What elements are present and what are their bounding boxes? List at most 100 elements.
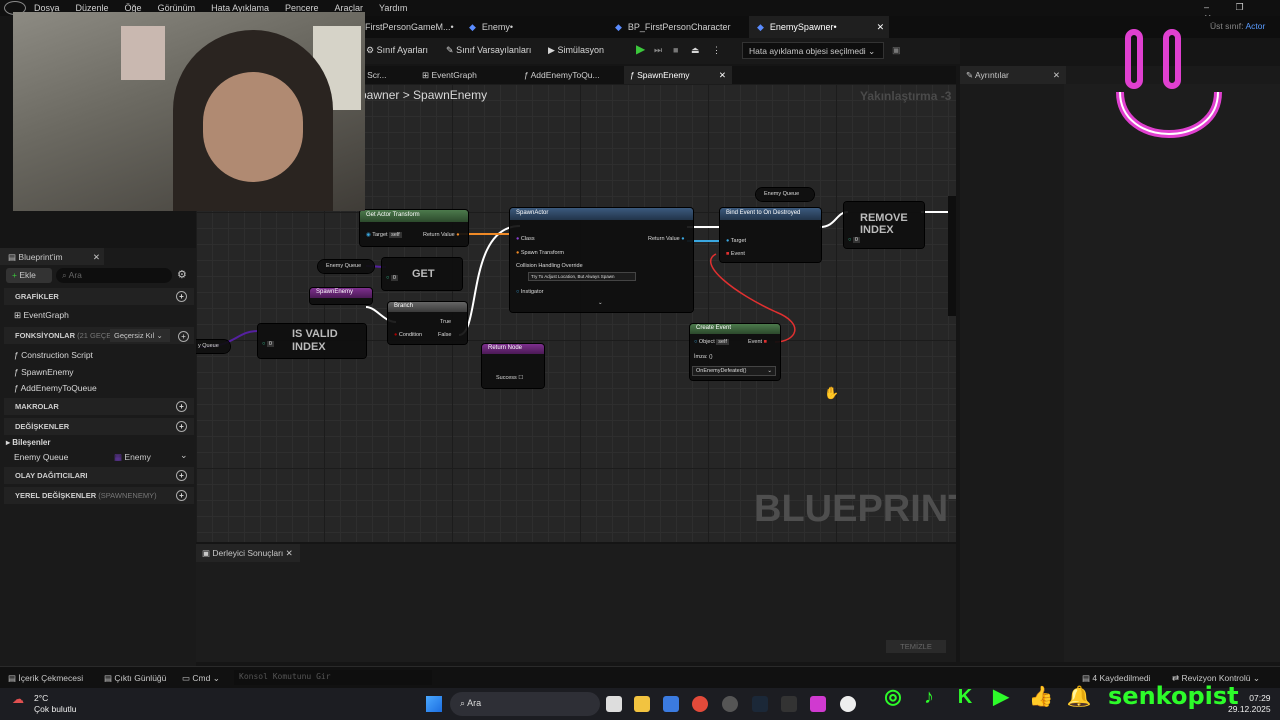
class-pin[interactable]: ● Class bbox=[516, 236, 535, 242]
target-pin[interactable]: ◉ Target self bbox=[366, 232, 402, 238]
eject-icon[interactable]: ⏏ bbox=[691, 45, 700, 56]
variable-type[interactable]: ▦ Enemy bbox=[114, 452, 151, 463]
graph-tab-spawnenemy[interactable]: ƒ SpawnEnemy ✕ bbox=[624, 66, 732, 84]
node-enemy-queue-getter[interactable]: y Queue bbox=[196, 340, 230, 353]
function-dropdown[interactable]: OnEnemyDefeated() ⌄ bbox=[692, 366, 776, 376]
node-spawn-actor[interactable]: SpawnActor ● Class ● Spawn Transform Col… bbox=[510, 208, 693, 312]
file-explorer-icon[interactable] bbox=[634, 696, 650, 712]
components-header[interactable]: ▸ Bileşenler bbox=[6, 438, 51, 447]
condition-pin[interactable]: ● Condition bbox=[394, 332, 422, 338]
return-value-pin[interactable]: Return Value ● bbox=[648, 236, 685, 242]
add-button[interactable]: + Ekle bbox=[6, 268, 52, 283]
node-title: SpawnEnemy bbox=[310, 288, 372, 298]
add-function-icon[interactable]: + bbox=[178, 331, 189, 342]
close-icon[interactable]: ✕ bbox=[93, 252, 100, 263]
cmd-dropdown[interactable]: ▭ Cmd ⌄ bbox=[182, 673, 220, 684]
chrome-icon[interactable] bbox=[692, 696, 708, 712]
graph-tab-eventgraph[interactable]: ⊞ EventGraph bbox=[422, 70, 477, 81]
search-input[interactable]: ⌕ Ara bbox=[56, 268, 172, 283]
close-icon[interactable]: ✕ bbox=[286, 548, 293, 558]
steam-icon[interactable] bbox=[752, 696, 768, 712]
node-is-valid-index[interactable]: IS VALID INDEX ○ 0 bbox=[258, 324, 366, 358]
node-array-get[interactable]: GET ○ 0 bbox=[382, 258, 462, 290]
section-dispatchers[interactable]: OLAY DAĞITICILARI + bbox=[4, 467, 194, 484]
variable-enemy-queue[interactable]: Enemy Queue bbox=[14, 452, 68, 462]
app-icon[interactable] bbox=[722, 696, 738, 712]
close-icon[interactable]: ✕ bbox=[1053, 70, 1060, 81]
class-settings-button[interactable]: ⚙ Sınıf Ayarları bbox=[366, 45, 428, 56]
instigator-pin[interactable]: ○ Instigator bbox=[516, 289, 543, 295]
index-pin[interactable]: ○ 0 bbox=[848, 237, 860, 243]
event-pin[interactable]: Event ■ bbox=[748, 339, 767, 345]
node-create-event[interactable]: Create Event ○ Object self Event ■ İmza:… bbox=[690, 324, 780, 380]
stop-icon[interactable]: ■ bbox=[673, 45, 678, 55]
false-pin[interactable]: False bbox=[438, 332, 451, 338]
success-pin[interactable]: Success ☐ bbox=[496, 375, 523, 381]
weather-widget[interactable]: 2°C Çok bulutlu bbox=[34, 693, 77, 715]
node-remove-index[interactable]: REMOVE INDEX ○ 0 bbox=[844, 202, 924, 248]
graph-tab-addenemytoqueue[interactable]: ƒ AddEnemyToQu... bbox=[524, 70, 600, 80]
task-view-icon[interactable] bbox=[606, 696, 622, 712]
console-input[interactable]: Konsol Komutunu Gir bbox=[234, 670, 432, 685]
debug-object-dropdown[interactable]: Hata ayıklama objesi seçilmedi ⌄ bbox=[742, 42, 884, 59]
function-item-construction[interactable]: ƒ Construction Script bbox=[14, 350, 93, 360]
index-pin[interactable]: ○ 0 bbox=[262, 341, 274, 347]
windows-start-icon[interactable] bbox=[426, 696, 442, 712]
section-variables[interactable]: DEĞİŞKENLER + bbox=[4, 418, 194, 435]
object-pin[interactable]: ○ Object self bbox=[694, 339, 729, 345]
tab-bp-firstpersoncharacter[interactable]: ◆ BP_FirstPersonCharacter bbox=[615, 16, 755, 38]
node-bind-event[interactable]: Bind Event to On Destroyed ● Target ■ Ev… bbox=[720, 208, 821, 262]
step-icon[interactable]: ⏭ bbox=[654, 45, 662, 56]
index-pin[interactable]: ○ 0 bbox=[386, 275, 398, 281]
chevron-down-icon[interactable]: ⌄ bbox=[180, 450, 188, 461]
epic-games-icon[interactable] bbox=[781, 696, 797, 712]
content-drawer-button[interactable]: ▤ İçerik Çekmecesi bbox=[8, 673, 83, 684]
gear-icon[interactable]: ⚙ bbox=[177, 268, 187, 281]
section-macros[interactable]: MAKROLAR + bbox=[4, 398, 194, 415]
add-macro-icon[interactable]: + bbox=[176, 401, 187, 412]
panel-tab[interactable]: ▤ Blueprint'im ✕ bbox=[0, 248, 104, 265]
node-get-actor-transform[interactable]: Get Actor Transform ◉ Target self Return… bbox=[360, 210, 468, 246]
add-dispatcher-icon[interactable]: + bbox=[176, 470, 187, 481]
chevron-down-icon[interactable]: ⌄ bbox=[598, 300, 603, 306]
collision-dropdown[interactable]: Try To Adjust Location, But Always Spawn bbox=[528, 272, 636, 281]
graph-item-eventgraph[interactable]: ⊞ EventGraph bbox=[14, 310, 69, 321]
section-graphs[interactable]: GRAFİKLER + bbox=[4, 288, 194, 305]
tab-enemy[interactable]: ◆ Enemy• bbox=[469, 16, 609, 38]
target-pin[interactable]: ● Target bbox=[726, 238, 746, 244]
simulation-button[interactable]: ▶ Simülasyon bbox=[548, 45, 604, 56]
event-pin[interactable]: ■ Event bbox=[726, 251, 745, 257]
class-defaults-button[interactable]: ✎ Sınıf Varsayılanları bbox=[446, 45, 531, 56]
play-icon[interactable]: ▶ bbox=[636, 42, 645, 56]
unreal-engine-icon[interactable] bbox=[840, 696, 856, 712]
close-icon[interactable]: ✕ bbox=[719, 70, 726, 81]
menu-help[interactable]: Yardım bbox=[379, 3, 407, 13]
close-icon[interactable]: ✕ bbox=[877, 22, 885, 33]
clear-button[interactable]: TEMİZLE bbox=[886, 640, 946, 653]
true-pin[interactable]: True bbox=[440, 319, 451, 325]
return-value-pin[interactable]: Return Value ● bbox=[423, 232, 460, 238]
node-return[interactable]: Return Node Success ☐ bbox=[482, 344, 544, 388]
more-options-icon[interactable]: ⋮ bbox=[712, 45, 721, 56]
add-local-variable-icon[interactable]: + bbox=[176, 490, 187, 501]
details-tab[interactable]: ✎ Ayrıntılar ✕ bbox=[960, 66, 1066, 84]
add-variable-icon[interactable]: + bbox=[176, 421, 187, 432]
tab-firstpersongamemode[interactable]: FirstPersonGameM...• bbox=[365, 16, 463, 38]
node-spawn-enemy-entry[interactable]: SpawnEnemy bbox=[310, 288, 372, 304]
output-log-button[interactable]: ▤ Çıktı Günlüğü bbox=[104, 673, 166, 684]
override-dropdown[interactable]: Geçersiz Kıl ⌄ bbox=[110, 329, 170, 342]
spawn-transform-pin[interactable]: ● Spawn Transform bbox=[516, 250, 564, 256]
add-graph-icon[interactable]: + bbox=[176, 291, 187, 302]
node-enemy-queue-getter[interactable]: Enemy Queue bbox=[756, 188, 814, 201]
app-icon[interactable] bbox=[810, 696, 826, 712]
taskbar-search[interactable]: ⌕ Ara bbox=[450, 692, 600, 716]
section-local-variables[interactable]: YEREL DEĞİŞKENLER (SPAWNENEMY) + bbox=[4, 487, 194, 504]
tab-enemyspawner[interactable]: ◆ EnemySpawner• ✕ bbox=[749, 16, 889, 38]
compiler-tab[interactable]: ▣ Derleyici Sonuçları ✕ bbox=[196, 544, 300, 562]
function-item-addenemytoqueue[interactable]: ƒ AddEnemyToQueue bbox=[14, 383, 97, 393]
node-branch[interactable]: Branch ● Condition True False bbox=[388, 302, 467, 344]
store-icon[interactable] bbox=[663, 696, 679, 712]
function-item-spawnenemy[interactable]: ƒ SpawnEnemy bbox=[14, 367, 74, 377]
node-enemy-queue-getter[interactable]: Enemy Queue bbox=[318, 260, 374, 273]
debug-filter-icon[interactable]: ▣ bbox=[892, 45, 901, 56]
